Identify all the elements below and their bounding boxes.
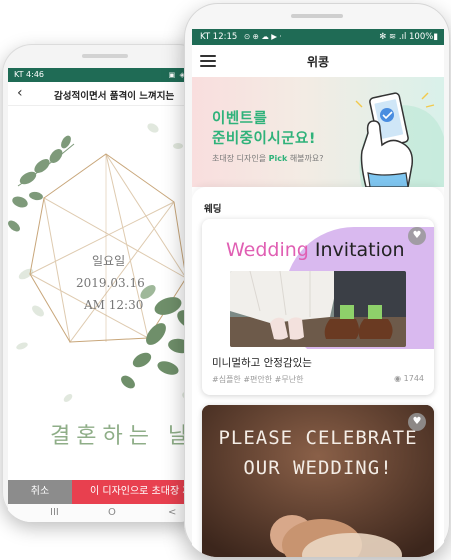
view-count: ◉ 1744 <box>394 374 424 383</box>
app-title: 위콩 <box>306 55 330 69</box>
favorite-heart-icon[interactable]: ♥ <box>408 413 426 431</box>
design-card[interactable]: PLEASE CELEBRATE OUR WEDDING! ♥ <box>202 405 434 557</box>
section-label: 웨딩 <box>204 204 222 215</box>
back-nav-icon[interactable]: < <box>168 507 176 518</box>
speaker-grille <box>291 14 343 18</box>
recent-apps-icon[interactable]: III <box>50 507 59 518</box>
cancel-button[interactable]: 취소 <box>8 480 72 504</box>
status-bar: KT 4:46 ▣ ◈ ≋ ▮ <box>8 68 208 82</box>
back-phone-screen: KT 4:46 ▣ ◈ ≋ ▮ ‹ 감성적이면서 품격이 느껴지는 <box>8 68 208 522</box>
design-card[interactable]: Wedding Invitation ♥ 미니멀하고 안정감있는 #심플한 #편… <box>202 219 434 395</box>
status-time: KT 4:46 <box>14 70 45 79</box>
card-art-title: Wedding Invitation <box>226 239 405 261</box>
banner-line-1: 이벤트를 <box>212 111 268 127</box>
design-list-sheet: 웨딩 Wedding Invitation ♥ 미니멀하고 안정감있는 #심플한… <box>192 187 444 557</box>
status-time: KT 12:15 <box>200 32 238 42</box>
front-phone: KT 12:15 ⊙ ⊕ ☁ ▶ · ✻ ≋ .ıl 100%▮ 위콩 이벤트를… <box>184 3 450 557</box>
favorite-heart-icon[interactable]: ♥ <box>408 227 426 245</box>
invitation-headline: 결혼하는 날 <box>50 424 195 449</box>
action-bar: 취소 이 디자인으로 초대장 제 <box>8 480 208 504</box>
invitation-date: 2019.03.16 <box>76 276 145 290</box>
card-art-line-2: OUR WEDDING! <box>243 457 393 479</box>
invitation-preview: 일요일 2019.03.16 AM 12:30 결혼하는 날 <box>8 106 208 476</box>
status-bar: KT 12:15 ⊙ ⊕ ☁ ▶ · ✻ ≋ .ıl 100%▮ <box>192 29 444 45</box>
home-icon[interactable]: O <box>108 507 116 518</box>
banner-line-2: 준비중이시군요! <box>212 131 316 147</box>
invitation-time: AM 12:30 <box>84 298 144 312</box>
banner-subtitle: 초대장 디자인을 Pick 해볼까요? <box>212 154 324 163</box>
couple-shoes-photo <box>230 271 406 347</box>
event-banner[interactable]: 이벤트를 준비중이시군요! 초대장 디자인을 Pick 해볼까요? <box>192 77 444 187</box>
app-header: 위콩 <box>192 45 444 77</box>
status-right-icons: ✻ ≋ .ıl 100%▮ <box>379 32 438 42</box>
front-phone-screen: KT 12:15 ⊙ ⊕ ☁ ▶ · ✻ ≋ .ıl 100%▮ 위콩 이벤트를… <box>192 29 444 557</box>
card-design-name: 미니멀하고 안정감있는 <box>212 357 312 369</box>
card-art-line-1: PLEASE CELEBRATE <box>218 427 418 449</box>
invitation-day: 일요일 <box>92 254 126 268</box>
back-phone: KT 4:46 ▣ ◈ ≋ ▮ ‹ 감성적이면서 품격이 느껴지는 <box>2 44 208 522</box>
app-header: ‹ 감성적이면서 품격이 느껴지는 <box>8 82 208 106</box>
android-nav-bar: III O < <box>8 504 208 522</box>
card-thumbnail: Wedding Invitation <box>202 219 434 349</box>
eye-icon: ◉ <box>394 374 402 383</box>
card-tags: #심플한 #편안한 #무난한 <box>212 375 304 384</box>
speaker-grille <box>82 54 128 58</box>
page-title: 감성적이면서 품격이 느껴지는 <box>54 91 175 102</box>
status-left-icons: ⊙ ⊕ ☁ ▶ · <box>244 32 282 41</box>
chevron-left-icon[interactable]: ‹ <box>17 85 23 101</box>
